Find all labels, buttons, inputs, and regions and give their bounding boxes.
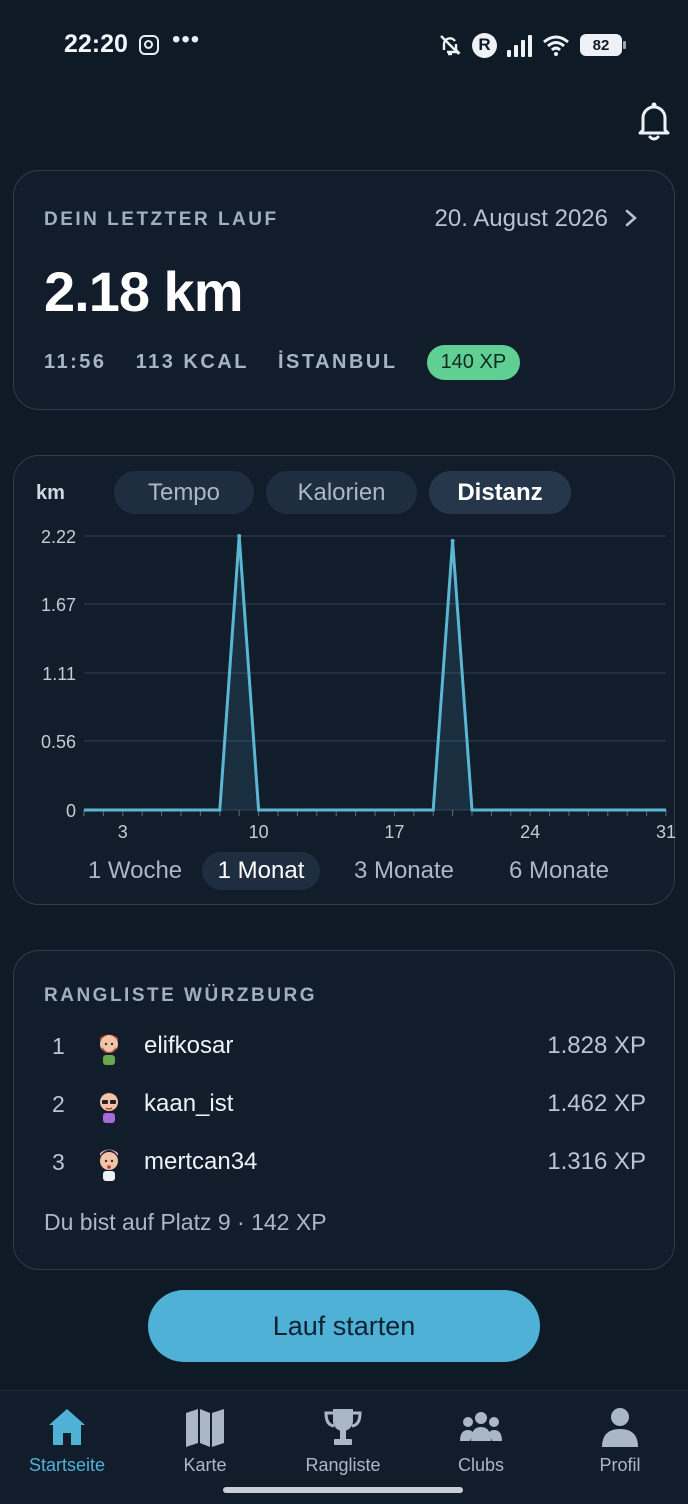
group-icon xyxy=(460,1412,502,1441)
avatar xyxy=(100,1034,118,1065)
notifications-muted-icon xyxy=(440,35,461,56)
rank-username: mertcan34 xyxy=(144,1148,258,1175)
x-tick-label: 17 xyxy=(384,822,404,842)
nav-item-profil[interactable]: Profil xyxy=(560,1405,680,1485)
more-notifications-icon: ••• xyxy=(172,26,201,53)
nav-item-clubs[interactable]: Clubs xyxy=(421,1405,541,1485)
status-time: 22:20 xyxy=(64,30,128,58)
rank-position: 2 xyxy=(52,1091,65,1117)
instagram-icon xyxy=(139,35,159,55)
signal-icon xyxy=(507,33,532,57)
home-icon xyxy=(49,1409,85,1445)
rank-username: kaan_ist xyxy=(144,1090,234,1117)
person-icon xyxy=(602,1408,638,1447)
y-tick-label: 0.56 xyxy=(41,732,76,752)
last-run-distance: 2.18 km xyxy=(44,260,243,323)
nav-label: Clubs xyxy=(457,1455,505,1475)
data-point xyxy=(237,534,242,538)
leaderboard-card[interactable]: RANGLISTE WÜRZBURG 1 elifkosar 1.828 XP … xyxy=(13,950,675,1270)
home-indicator xyxy=(223,1487,463,1493)
rank-xp: 1.828 XP xyxy=(547,1032,646,1059)
rank-position: 1 xyxy=(52,1033,65,1059)
map-icon xyxy=(186,1409,224,1447)
leaderboard-row[interactable]: 1 elifkosar 1.828 XP xyxy=(14,1021,676,1071)
y-tick-label: 1.67 xyxy=(41,595,76,615)
x-tick-label: 24 xyxy=(520,822,540,842)
x-tick-label: 10 xyxy=(249,822,269,842)
rank-xp: 1.316 XP xyxy=(547,1148,646,1175)
battery-icon: 82 xyxy=(580,34,626,56)
metric-tabs: Tempo Kalorien Distanz xyxy=(114,471,571,514)
y-tick-label: 0 xyxy=(66,801,76,821)
nav-label: Karte xyxy=(183,1455,227,1475)
x-tick-label: 3 xyxy=(118,822,128,842)
last-run-date: 20. August 2026 xyxy=(434,205,608,232)
run-city: İSTANBUL xyxy=(277,351,398,373)
nav-label: Rangliste xyxy=(305,1455,381,1475)
rank-username: elifkosar xyxy=(144,1032,234,1059)
last-run-label: DEIN LETZTER LAUF xyxy=(44,209,279,230)
run-calories: 113 KCAL xyxy=(135,351,249,373)
x-tick-label: 31 xyxy=(656,822,676,842)
tab-tempo[interactable]: Tempo xyxy=(114,471,254,514)
status-bar: 22:20 ••• R 82 xyxy=(0,0,688,92)
run-xp-badge: 140 XP xyxy=(426,345,521,380)
wifi-icon xyxy=(543,35,569,56)
start-run-button[interactable]: Lauf starten xyxy=(148,1290,540,1362)
chevron-right-icon xyxy=(625,209,637,227)
y-tick-label: 2.22 xyxy=(41,527,76,547)
range-6-months[interactable]: 6 Monate xyxy=(488,852,630,890)
last-run-card[interactable]: DEIN LETZTER LAUF 20. August 2026 2.18 k… xyxy=(13,170,675,410)
rank-xp: 1.462 XP xyxy=(547,1090,646,1117)
stats-chart-card: km Tempo Kalorien Distanz 0 0.56 1.11 1.67 2… xyxy=(13,455,676,905)
range-1-week[interactable]: 1 Woche xyxy=(66,852,204,890)
leaderboard-row[interactable]: 2 kaan_ist 1.462 XP xyxy=(14,1079,676,1129)
chart-unit-label: km xyxy=(36,482,65,504)
nav-item-karte[interactable]: Karte xyxy=(145,1405,265,1485)
range-3-months[interactable]: 3 Monate xyxy=(336,852,472,890)
nav-label: Profil xyxy=(599,1455,641,1475)
trophy-icon xyxy=(324,1409,362,1445)
r-badge-icon: R xyxy=(472,32,497,58)
distance-chart: 0 0.56 1.11 1.67 2.22 3 10 17 24 31 xyxy=(41,527,676,842)
leaderboard-row[interactable]: 3 mertcan34 1.316 XP xyxy=(14,1137,676,1187)
rank-position: 3 xyxy=(52,1149,65,1175)
last-run-stats: 11:56 113 KCAL İSTANBUL 140 XP xyxy=(44,345,521,380)
nav-label: Startseite xyxy=(28,1455,106,1475)
tab-kalorien[interactable]: Kalorien xyxy=(266,471,417,514)
nav-item-startseite[interactable]: Startseite xyxy=(7,1405,127,1485)
y-tick-label: 1.11 xyxy=(42,664,76,684)
time-range-selector: 1 Woche 1 Monat 3 Monate 6 Monate xyxy=(14,852,676,892)
bell-icon[interactable] xyxy=(634,100,674,142)
own-rank-summary: Du bist auf Platz 9 · 142 XP xyxy=(44,1209,327,1235)
data-point xyxy=(450,538,455,543)
avatar xyxy=(100,1092,118,1123)
tab-distanz[interactable]: Distanz xyxy=(429,471,571,514)
nav-item-rangliste[interactable]: Rangliste xyxy=(283,1405,403,1485)
avatar xyxy=(100,1149,118,1181)
range-1-month[interactable]: 1 Monat xyxy=(202,852,320,890)
leaderboard-title: RANGLISTE WÜRZBURG xyxy=(44,985,317,1006)
run-duration: 11:56 xyxy=(44,351,107,373)
